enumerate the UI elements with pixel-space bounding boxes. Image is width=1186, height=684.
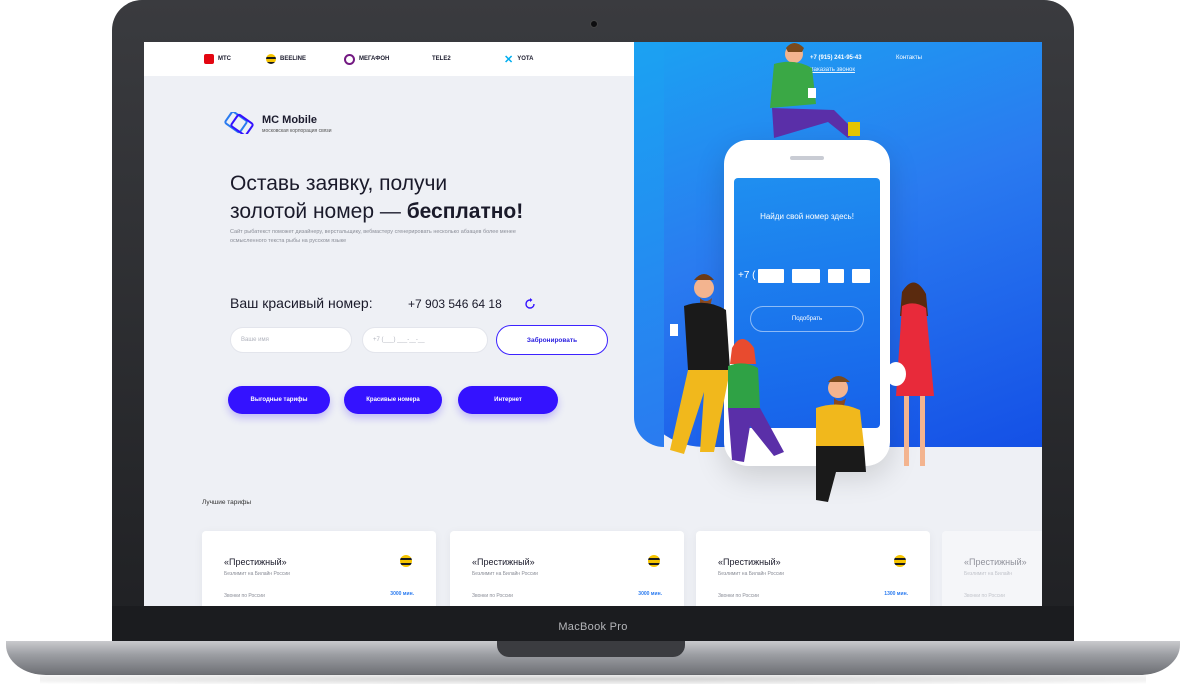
person-woman-center: [728, 339, 784, 462]
tariff-name: «Престижный»: [964, 557, 1027, 567]
person-woman-right: [886, 282, 934, 466]
tariff-subtitle: Безлимит на Билайн России: [718, 571, 784, 577]
laptop-notch: [497, 641, 685, 657]
tariff-minutes-label: Звонки по России: [224, 593, 265, 599]
tariff-subtitle: Безлимит на Билайн России: [472, 571, 538, 577]
person-man-front: [816, 376, 866, 502]
tariff-name: «Престижный»: [224, 557, 287, 567]
tariff-minutes-label: Звонки по России: [964, 593, 1005, 599]
tariff-minutes-value: 3000 мин.: [638, 591, 662, 597]
beeline-logo-icon: [648, 555, 660, 567]
tariff-card[interactable]: «Престижный» Безлимит на Билайн Звонки п…: [942, 531, 1042, 606]
tariff-minutes-label: Звонки по России: [472, 593, 513, 599]
tariff-minutes-value: 3000 мин.: [390, 591, 414, 597]
webcam: [590, 20, 598, 28]
tariff-card[interactable]: «Престижный» Безлимит на Билайн России З…: [202, 531, 436, 606]
best-tariffs-title: Лучшие тарифы: [202, 499, 252, 506]
tariff-subtitle: Безлимит на Билайн: [964, 571, 1013, 577]
tariff-minutes-value: 1300 мин.: [884, 591, 908, 597]
device-label: MacBook Pro: [558, 621, 628, 633]
tariff-name: «Престижный»: [472, 557, 535, 567]
tariff-name: «Престижный»: [718, 557, 781, 567]
tariff-card[interactable]: «Престижный» Безлимит на Билайн России З…: [696, 531, 930, 606]
people-illustration: [670, 43, 934, 502]
screen: МТС BEELINE МЕГАФОН TELE2 ✕ YOTA +7 (915…: [144, 42, 1042, 606]
beeline-logo-icon: [400, 555, 412, 567]
tariff-subtitle: Безлимит на Билайн России: [224, 571, 290, 577]
person-sitting-top: [770, 43, 860, 138]
tariff-minutes-label: Звонки по России: [718, 593, 759, 599]
laptop-shadow: [40, 674, 1146, 684]
beeline-logo-icon: [894, 555, 906, 567]
tariff-card[interactable]: «Престижный» Безлимит на Билайн России З…: [450, 531, 684, 606]
person-leaning-left: [670, 274, 730, 454]
